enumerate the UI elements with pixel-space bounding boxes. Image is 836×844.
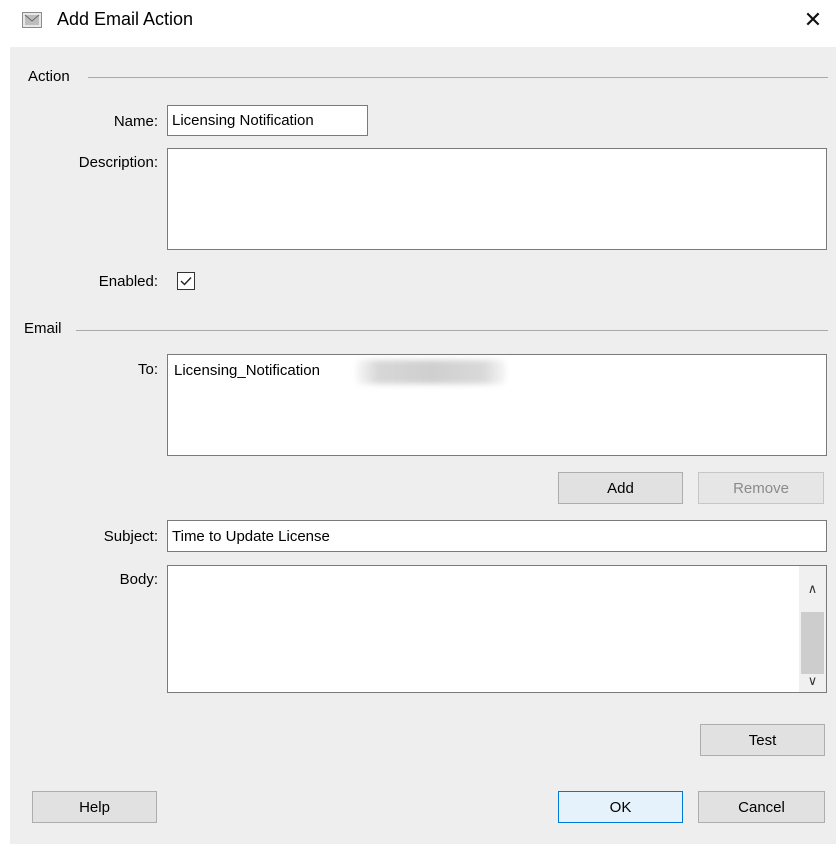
scroll-thumb[interactable]: [801, 612, 824, 674]
redacted-address: [356, 360, 506, 384]
checkmark-icon: [180, 277, 192, 286]
enabled-checkbox[interactable]: [177, 272, 195, 290]
email-separator: [76, 330, 828, 331]
help-button[interactable]: Help: [32, 791, 157, 823]
name-field[interactable]: [167, 105, 368, 136]
description-field[interactable]: [167, 148, 827, 250]
scroll-down-icon[interactable]: ∨: [799, 670, 826, 692]
enabled-label: Enabled:: [98, 273, 158, 290]
name-label: Name:: [113, 113, 158, 130]
to-list[interactable]: Licensing_Notification: [167, 354, 827, 456]
cancel-button[interactable]: Cancel: [698, 791, 825, 823]
window-title: Add Email Action: [57, 9, 194, 29]
add-button[interactable]: Add: [558, 472, 683, 504]
remove-button[interactable]: Remove: [698, 472, 824, 504]
to-label: To:: [137, 361, 158, 378]
body-scrollbar[interactable]: ∧ ∨: [799, 566, 826, 692]
ok-button[interactable]: OK: [558, 791, 683, 823]
email-section-title: Email: [24, 320, 68, 337]
subject-field[interactable]: [167, 520, 827, 552]
test-button[interactable]: Test: [700, 724, 825, 756]
body-field[interactable]: ∧ ∨: [167, 565, 827, 693]
to-recipient-item[interactable]: Licensing_Notification: [174, 362, 320, 379]
close-icon[interactable]: ✕: [790, 0, 836, 40]
dialog-content: Action Name: Description: Enabled: Email…: [10, 47, 836, 844]
action-section-title: Action: [28, 68, 76, 85]
title-bar: Add Email Action ✕: [0, 0, 836, 40]
scroll-up-icon[interactable]: ∧: [799, 578, 826, 600]
description-label: Description:: [78, 154, 158, 171]
action-separator: [88, 77, 828, 78]
email-action-icon: [22, 12, 42, 28]
body-label: Body:: [119, 571, 158, 588]
subject-label: Subject:: [103, 528, 158, 545]
